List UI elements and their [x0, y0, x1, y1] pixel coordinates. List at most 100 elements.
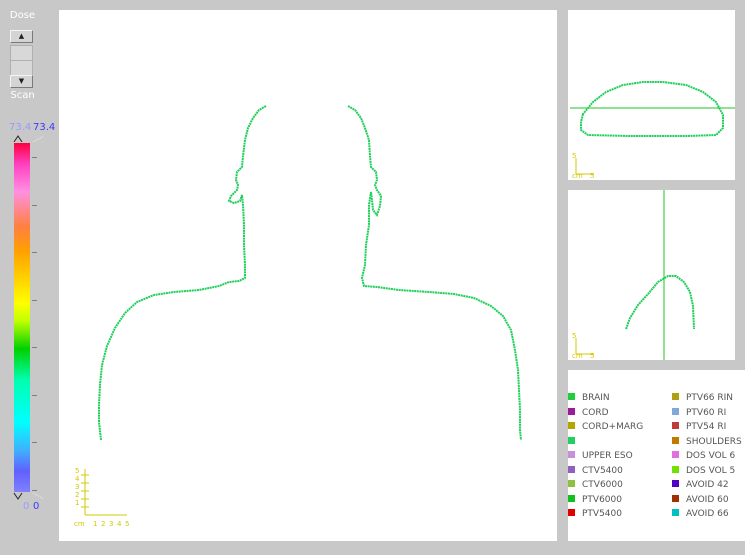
legend-label: PTV60 RI — [686, 407, 727, 418]
legend-swatch — [672, 436, 679, 444]
sagittal-scale-htick: 5 — [590, 352, 594, 360]
legend-item-right-4[interactable]: DOS VOL 6 — [672, 450, 735, 462]
legend-item-right-2[interactable]: PTV54 RI — [672, 421, 726, 433]
legend-label: DOS VOL 5 — [686, 465, 736, 476]
dose-colorbar — [14, 143, 30, 492]
legend-swatch — [672, 494, 679, 502]
legend-item-right-3[interactable]: SHOULDERS — [672, 436, 742, 448]
legend-label: AVOID 42 — [686, 480, 729, 490]
legend-swatch — [568, 509, 575, 516]
axial-scale-vtick: 5 — [572, 152, 576, 160]
colorbar-tick — [32, 489, 37, 491]
axial-view[interactable]: 5 cm 5 — [568, 10, 735, 180]
dose-max-value-right: 73.4 — [33, 122, 56, 133]
legend-item-left-4[interactable]: UPPER ESO — [568, 450, 633, 462]
legend-label: CTV6000 — [582, 480, 623, 490]
legend-label: AVOID 60 — [686, 494, 729, 505]
legend-item-left-8[interactable]: PTV5400 — [568, 508, 622, 520]
legend-swatch — [672, 509, 679, 516]
legend-swatch — [672, 465, 679, 473]
legend-swatch — [568, 451, 575, 458]
main-scale-htick-4: 4 — [117, 520, 122, 528]
main-scale-vtick-5: 5 — [75, 467, 79, 475]
legend-item-right-7[interactable]: AVOID 60 — [672, 494, 729, 506]
legend-swatch — [568, 480, 575, 487]
legend-item-left-6[interactable]: CTV6000 — [568, 479, 623, 491]
legend-item-right-5[interactable]: DOS VOL 5 — [672, 465, 735, 477]
axial-body-contour — [580, 81, 724, 137]
legend-label: CTV5400 — [582, 465, 623, 476]
structure-legend: BRAIN CORD CORD+MARG UPPER ESO CTV5400 CTV600… — [568, 370, 745, 541]
axial-scale-htick: 5 — [590, 172, 594, 180]
body-contour-left — [98, 105, 267, 441]
dose-up-button[interactable]: ▲ — [10, 30, 33, 43]
legend-label: UPPER ESO — [582, 451, 633, 461]
main-scale-vtick-2: 2 — [75, 491, 79, 499]
legend-item-left-7[interactable]: PTV6000 — [568, 494, 622, 506]
sagittal-scale-unit: cm — [572, 352, 583, 360]
legend-label: PTV5400 — [582, 509, 622, 519]
legend-item-left-0[interactable]: BRAIN — [568, 392, 610, 404]
legend-item-right-0[interactable]: PTV66 RIN — [672, 392, 733, 404]
sagittal-body-contour — [625, 275, 695, 330]
legend-item-left-5[interactable]: CTV5400 — [568, 465, 623, 477]
legend-item-left-2[interactable]: CORD+MARG — [568, 421, 643, 433]
axial-view-canvas: 5 cm 5 — [570, 81, 735, 180]
main-scale-vtick-1: 1 — [75, 499, 79, 507]
axial-scale-unit: cm — [572, 172, 583, 180]
legend-label: PTV54 RI — [686, 422, 727, 432]
dose-min-value-right: 0 — [33, 501, 40, 512]
legend-label: SHOULDERS — [686, 436, 742, 447]
legend-item-left-1[interactable]: CORD — [568, 407, 609, 419]
legend-swatch — [568, 436, 575, 444]
main-scale-htick-5: 5 — [125, 520, 129, 528]
legend-swatch — [672, 393, 679, 400]
legend-label: CORD+MARG — [582, 422, 644, 432]
colorbar-tick — [32, 204, 37, 206]
scan-label: Scan — [10, 90, 35, 101]
main-scale-htick-3: 3 — [109, 520, 113, 528]
colorbar-tick — [32, 157, 37, 158]
legend-swatch — [672, 480, 679, 487]
legend-item-right-6[interactable]: AVOID 42 — [672, 479, 729, 491]
main-scale-htick-2: 2 — [101, 520, 105, 528]
colorbar-tick — [32, 347, 37, 348]
sagittal-view[interactable]: 5 cm 5 — [568, 190, 735, 360]
main-image-view[interactable]: 5 4 3 2 1 cm 1 2 3 4 5 — [59, 10, 557, 541]
legend-swatch — [568, 422, 575, 429]
colorbar-tick — [32, 394, 37, 396]
legend-swatch — [568, 393, 575, 400]
main-scale-bar: 5 4 3 2 1 cm 1 2 3 4 5 — [74, 467, 129, 528]
body-contour-right — [347, 105, 522, 441]
legend-item-right-8[interactable]: AVOID 66 — [672, 508, 729, 520]
legend-label: BRAIN — [582, 393, 610, 403]
legend-swatch — [568, 407, 575, 415]
min-slider-handle[interactable] — [13, 492, 43, 500]
sagittal-scale-vtick: 5 — [572, 332, 576, 340]
legend-swatch — [672, 407, 679, 415]
sagittal-view-canvas: 5 cm 5 — [572, 190, 695, 360]
colorbar-tick — [32, 442, 37, 443]
dose-max-value-left: 73.4 — [9, 122, 32, 133]
scan-down-button[interactable]: ▼ — [10, 75, 33, 88]
legend-label: PTV66 RIN — [686, 393, 734, 403]
legend-swatch — [672, 451, 679, 458]
legend-label: CORD — [582, 407, 609, 418]
legend-swatch — [672, 422, 679, 429]
max-slider-handle[interactable] — [13, 134, 43, 142]
legend-swatch — [568, 494, 575, 502]
axial-scale-bar: 5 cm 5 — [572, 152, 594, 180]
dose-min-value-left: 0 — [23, 501, 30, 512]
main-scale-vtick-4: 4 — [75, 475, 80, 483]
main-scale-htick-1: 1 — [93, 520, 97, 528]
legend-item-left-3[interactable] — [568, 436, 582, 448]
legend-label: AVOID 66 — [686, 509, 729, 519]
main-scale-unit: cm — [74, 520, 85, 528]
legend-label: PTV6000 — [582, 494, 622, 505]
legend-item-right-1[interactable]: PTV60 RI — [672, 407, 726, 419]
dose-label: Dose — [9, 10, 36, 21]
legend-swatch — [568, 465, 575, 473]
colorbar-tick — [32, 252, 37, 253]
legend-label: DOS VOL 6 — [686, 451, 736, 461]
sagittal-scale-bar: 5 cm 5 — [572, 332, 594, 360]
